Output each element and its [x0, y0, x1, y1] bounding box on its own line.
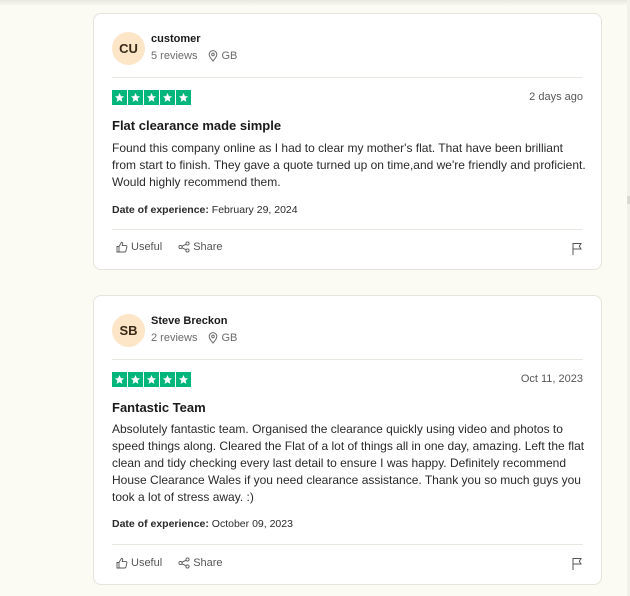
thumbs-up-icon [116, 557, 128, 569]
date-of-experience: Date of experience: October 09, 2023 [112, 518, 293, 530]
reviewer-meta: 2 reviews GB [151, 332, 237, 344]
star-icon [128, 90, 143, 105]
share-icon [178, 557, 190, 569]
star-icon [176, 372, 191, 387]
avatar[interactable]: CU [112, 32, 145, 65]
star-icon [128, 372, 143, 387]
flag-icon[interactable] [571, 242, 583, 261]
experience-date: October 09, 2023 [211, 518, 293, 530]
review-card: SB Steve Breckon 2 reviews GB Oct 11, 20… [93, 295, 602, 585]
useful-label: Useful [131, 557, 163, 569]
star-icon [144, 90, 159, 105]
avatar[interactable]: SB [112, 314, 145, 347]
review-title[interactable]: Fantastic Team [112, 400, 206, 415]
reviewer-country: GB [221, 50, 238, 62]
share-button[interactable]: Share [178, 241, 223, 253]
divider [112, 229, 583, 230]
review-body: Found this company online as I had to cl… [112, 141, 586, 189]
star-icon [112, 372, 127, 387]
reviewer-country: GB [221, 332, 238, 344]
star-icon [144, 372, 159, 387]
star-rating [112, 372, 191, 387]
review-date: Oct 11, 2023 [520, 373, 583, 385]
useful-label: Useful [131, 241, 163, 253]
star-icon [176, 90, 191, 105]
star-icon [160, 90, 175, 105]
experience-date: February 29, 2024 [211, 204, 298, 216]
divider [112, 77, 583, 78]
date-of-experience: Date of experience: February 29, 2024 [112, 204, 298, 216]
review-date: 2 days ago [529, 91, 583, 103]
review-card: CU customer 5 reviews GB 2 days ago Flat… [93, 13, 602, 270]
share-label: Share [193, 557, 223, 569]
review-actions: Useful Share [116, 557, 239, 569]
star-rating [112, 90, 191, 105]
review-body: Absolutely fantastic team. Organised the… [112, 422, 585, 504]
experience-label: Date of experience: [112, 204, 209, 216]
location-pin-icon [208, 50, 218, 62]
experience-label: Date of experience: [112, 518, 209, 530]
thumbs-up-icon [116, 241, 128, 253]
divider [112, 359, 583, 360]
review-count: 5 reviews [151, 50, 198, 62]
review-actions: Useful Share [116, 241, 239, 253]
review-title[interactable]: Flat clearance made simple [112, 118, 281, 133]
reviewer-name[interactable]: Steve Breckon [151, 315, 227, 327]
flag-icon[interactable] [571, 557, 583, 576]
useful-button[interactable]: Useful [116, 241, 162, 253]
top-shadow [0, 0, 630, 6]
useful-button[interactable]: Useful [116, 557, 162, 569]
star-icon [160, 372, 175, 387]
share-icon [178, 241, 190, 253]
reviewer-name[interactable]: customer [151, 33, 201, 45]
location-pin-icon [208, 332, 218, 344]
divider [112, 544, 583, 545]
star-icon [112, 90, 127, 105]
reviewer-meta: 5 reviews GB [151, 50, 237, 62]
review-count: 2 reviews [151, 332, 198, 344]
share-label: Share [193, 241, 223, 253]
share-button[interactable]: Share [178, 557, 223, 569]
